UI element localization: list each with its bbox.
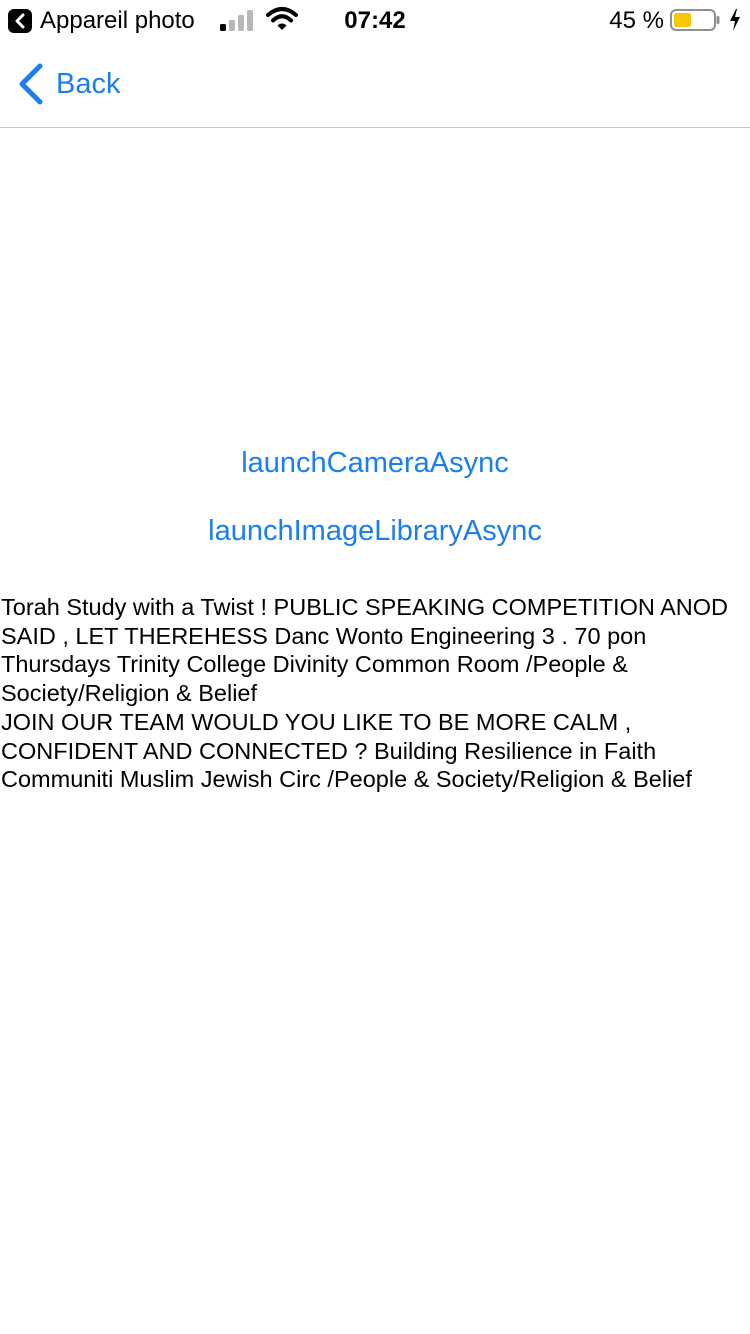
back-button-label: Back	[56, 68, 121, 100]
screen: Appareil photo 07:42 45 % Back launchCam…	[0, 0, 750, 1334]
launch-camera-button[interactable]: launchCameraAsync	[0, 445, 750, 481]
recognized-text: Torah Study with a Twist ! PUBLIC SPEAKI…	[1, 594, 728, 793]
battery-percent: 45 %	[609, 7, 664, 34]
back-button[interactable]: Back	[18, 62, 120, 106]
lightning-bolt-icon	[730, 9, 740, 31]
battery-icon	[670, 9, 720, 31]
navigation-bar: Back	[0, 40, 750, 128]
status-bar: Appareil photo 07:42 45 %	[0, 0, 750, 40]
chevron-left-icon	[19, 63, 43, 105]
launch-image-library-button[interactable]: launchImageLibraryAsync	[0, 513, 750, 549]
